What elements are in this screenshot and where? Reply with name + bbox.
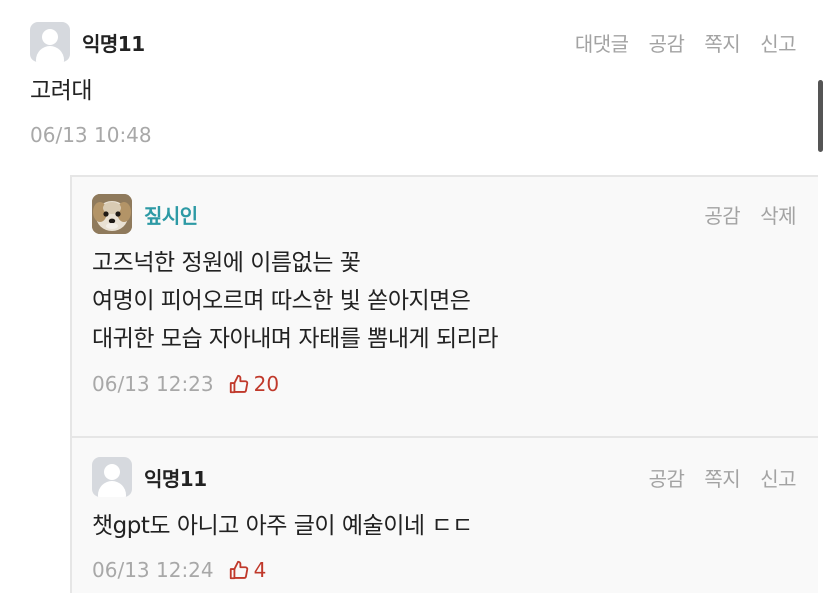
like-button[interactable]: 공감 bbox=[704, 200, 740, 229]
reply-actions: 공감 쪽지 신고 bbox=[649, 463, 797, 492]
reply-line: 여명이 피어오르며 따스한 빛 쏟아지면은 bbox=[92, 288, 471, 314]
scrollbar[interactable] bbox=[818, 80, 823, 152]
like-count[interactable]: 20 bbox=[228, 372, 279, 396]
thumbs-up-icon bbox=[229, 560, 248, 580]
like-button[interactable]: 공감 bbox=[649, 463, 685, 492]
reply-item: 익명11 공감 쪽지 신고 챗gpt도 아니고 아주 글이 예술이네 ㄷㄷ 06… bbox=[92, 457, 796, 585]
comment-author[interactable]: 익명11 bbox=[82, 28, 145, 57]
report-button[interactable]: 신고 bbox=[760, 28, 796, 57]
comment-content: 고려대 bbox=[30, 78, 92, 104]
reply-header: 익명11 공감 쪽지 신고 bbox=[92, 457, 796, 497]
reply-header: 짚시인 공감 삭제 bbox=[92, 194, 796, 234]
comment-thread: 익명11 대댓글 공감 쪽지 신고 고려대 06/13 10:48 짚시인 공감… bbox=[0, 0, 828, 593]
report-button[interactable]: 신고 bbox=[760, 463, 796, 492]
reply-actions: 공감 삭제 bbox=[704, 200, 796, 229]
like-count[interactable]: 4 bbox=[228, 558, 267, 582]
reply-button[interactable]: 대댓글 bbox=[575, 28, 629, 57]
reply-meta: 06/13 12:24 4 bbox=[92, 555, 796, 585]
reply-line: 고즈넉한 정원에 이름없는 꽃 bbox=[92, 250, 361, 276]
comment-header: 익명11 대댓글 공감 쪽지 신고 bbox=[30, 22, 796, 62]
comment-timestamp: 06/13 10:48 bbox=[30, 123, 152, 147]
anonymous-avatar-icon bbox=[30, 22, 70, 62]
reply-timestamp: 06/13 12:23 bbox=[92, 372, 214, 396]
comment-meta: 06/13 10:48 bbox=[30, 120, 796, 150]
thumbs-up-icon bbox=[229, 374, 248, 394]
dog-avatar-icon bbox=[92, 194, 132, 234]
like-count-value: 20 bbox=[253, 372, 280, 396]
delete-button[interactable]: 삭제 bbox=[760, 200, 796, 229]
reply-line: 대귀한 모습 자아내며 자태를 뽐내게 되리라 bbox=[92, 326, 498, 352]
reply-content: 챗gpt도 아니고 아주 글이 예술이네 ㄷㄷ bbox=[92, 513, 473, 539]
like-count-value: 4 bbox=[253, 558, 267, 582]
reply-item: 짚시인 공감 삭제 고즈넉한 정원에 이름없는 꽃 여명이 피어오르며 따스한 … bbox=[92, 194, 796, 399]
reply-meta: 06/13 12:23 20 bbox=[92, 369, 796, 399]
reply-content: 고즈넉한 정원에 이름없는 꽃 여명이 피어오르며 따스한 빛 쏟아지면은 대귀… bbox=[92, 244, 796, 358]
reply-timestamp: 06/13 12:24 bbox=[92, 558, 214, 582]
anonymous-avatar-icon bbox=[92, 457, 132, 497]
like-button[interactable]: 공감 bbox=[649, 28, 685, 57]
reply-divider bbox=[70, 436, 818, 438]
reply-author[interactable]: 익명11 bbox=[144, 463, 207, 492]
comment-actions: 대댓글 공감 쪽지 신고 bbox=[575, 28, 797, 57]
reply-author[interactable]: 짚시인 bbox=[144, 200, 198, 229]
message-button[interactable]: 쪽지 bbox=[704, 28, 740, 57]
message-button[interactable]: 쪽지 bbox=[704, 463, 740, 492]
comment: 익명11 대댓글 공감 쪽지 신고 고려대 06/13 10:48 bbox=[30, 22, 796, 150]
